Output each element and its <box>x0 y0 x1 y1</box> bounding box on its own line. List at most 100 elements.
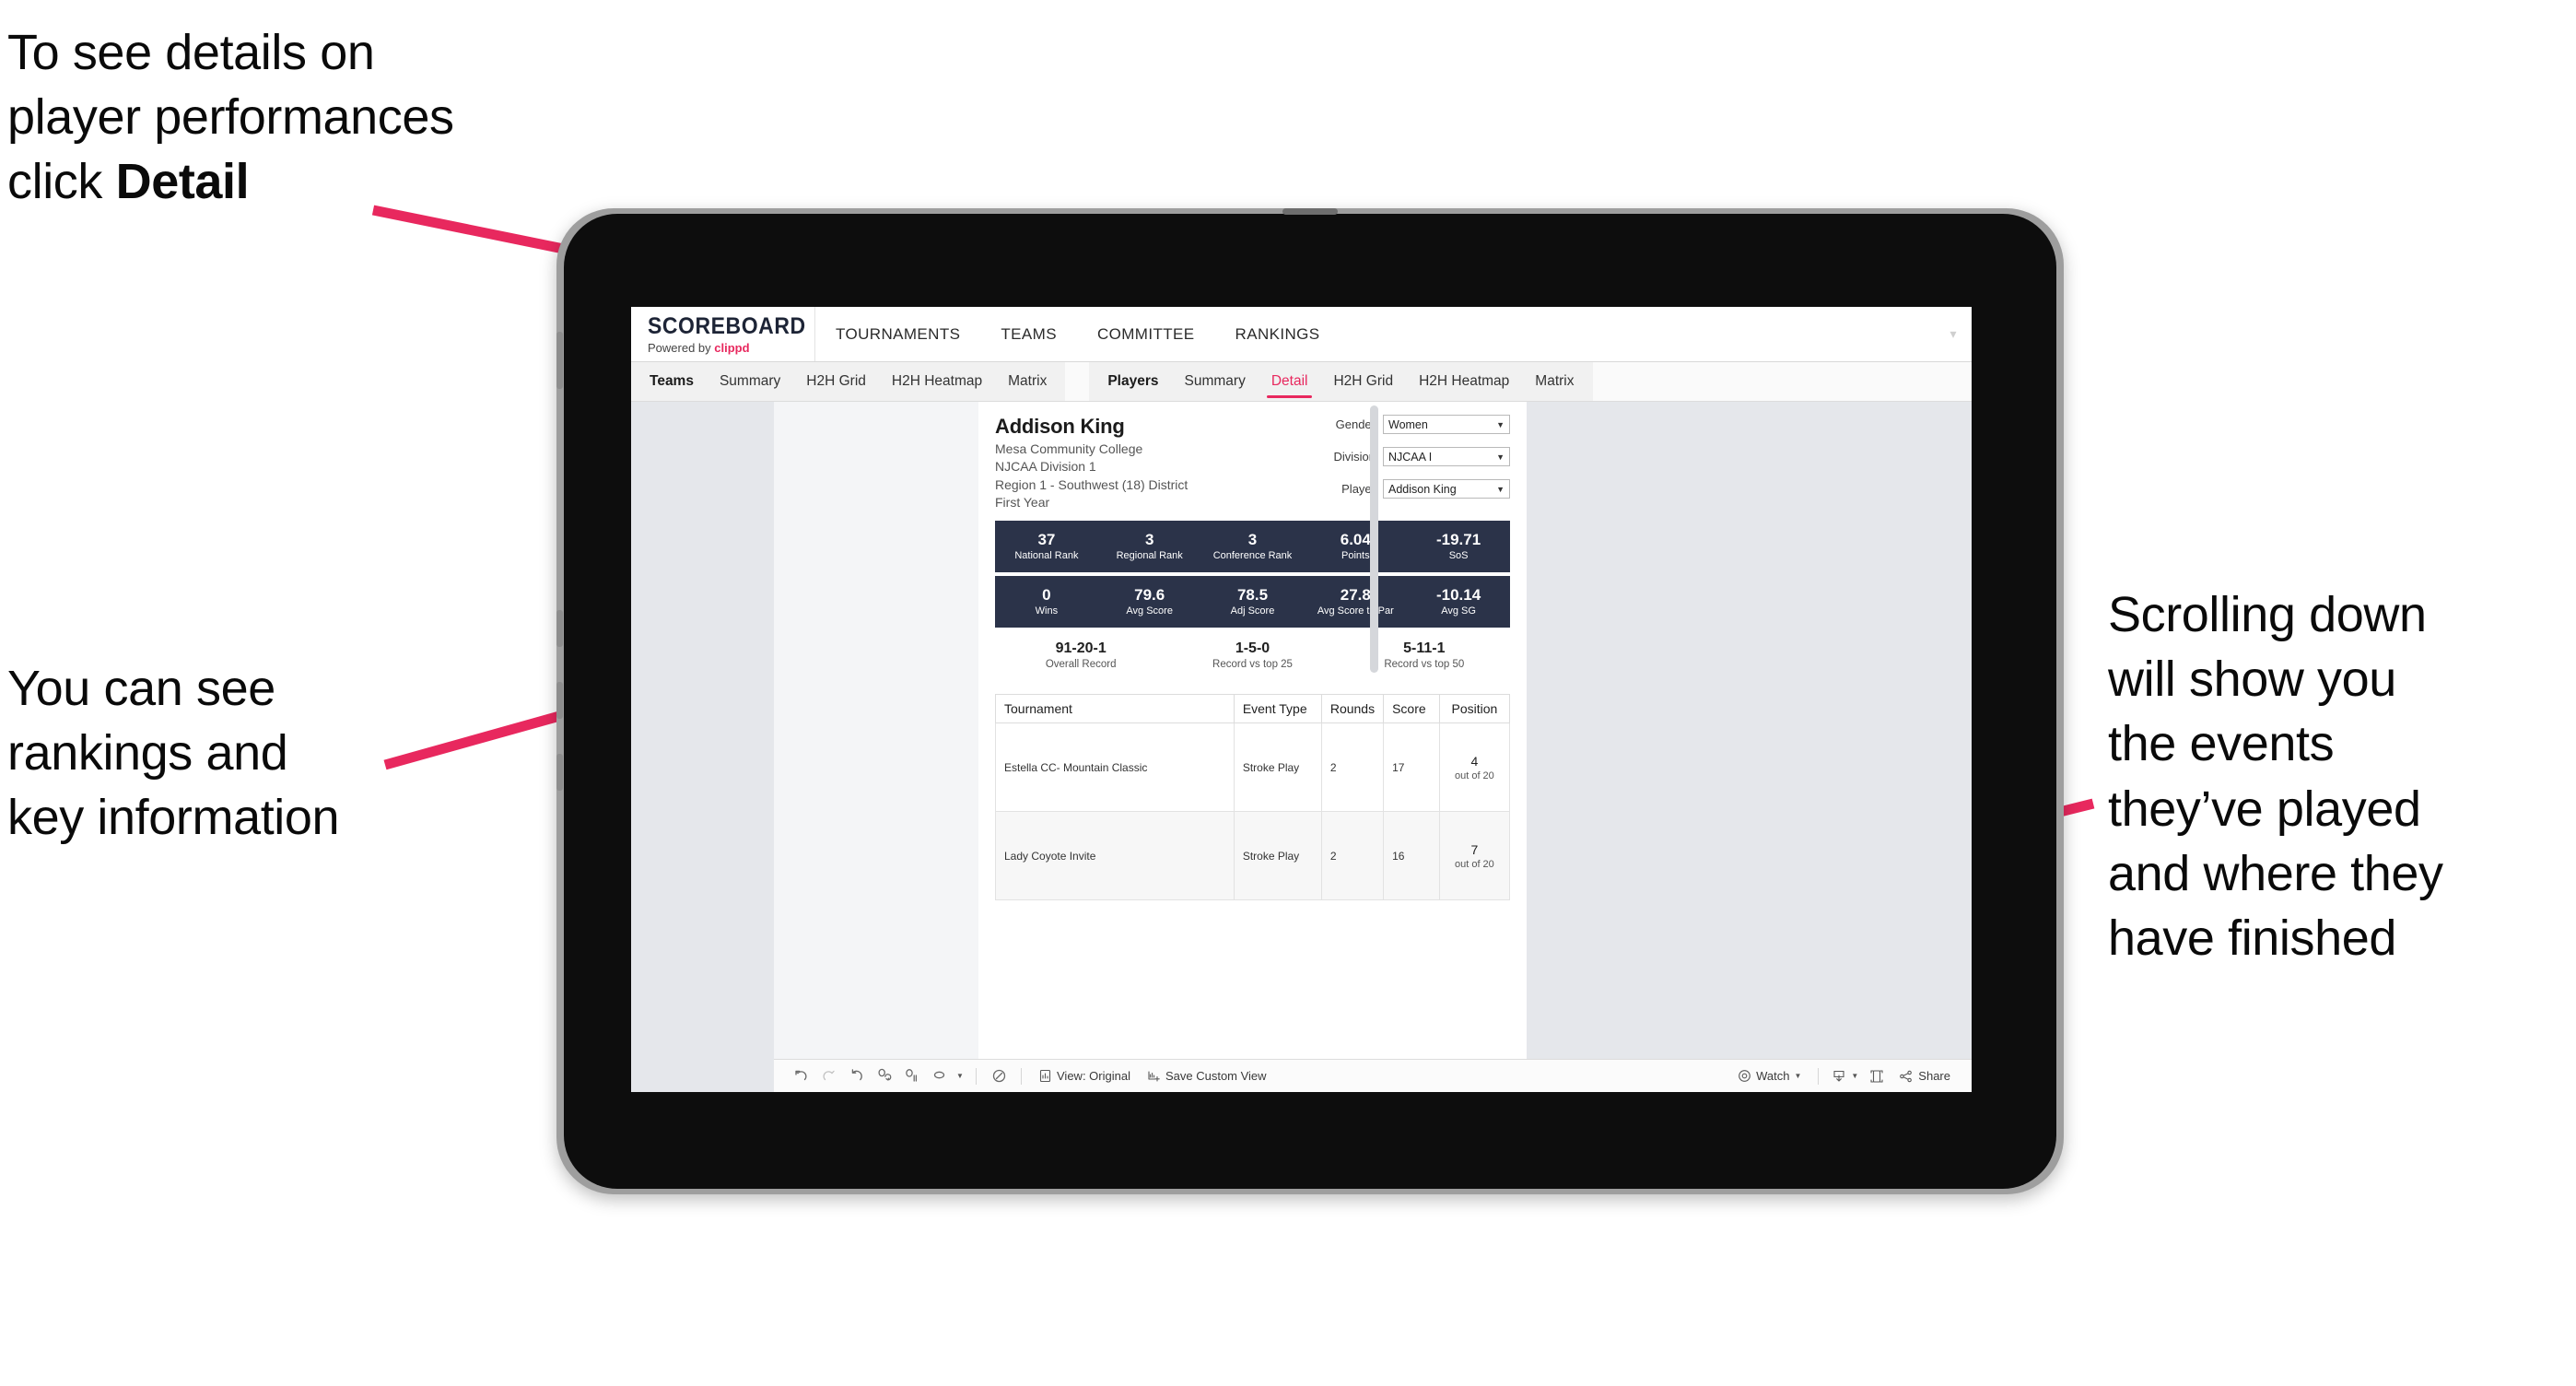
nav-item-committee[interactable]: COMMITTEE <box>1077 307 1215 362</box>
tab-teams-h2h-grid[interactable]: H2H Grid <box>793 362 879 401</box>
tablet-screen: SCOREBOARD Powered by clippd TOURNAMENTS… <box>631 307 1972 1092</box>
record-vs-top-25: 1-5-0 Record vs top 25 <box>1166 640 1338 670</box>
record-label: Record vs top 50 <box>1384 659 1465 671</box>
main-nav: TOURNAMENTS TEAMS COMMITTEE RANKINGS <box>815 307 1341 361</box>
cell-tournament: Estella CC- Mountain Classic <box>995 722 1235 813</box>
fullscreen-icon[interactable] <box>1863 1063 1891 1090</box>
tab-players-h2h-heatmap[interactable]: H2H Heatmap <box>1406 362 1522 401</box>
brand-title: SCOREBOARD <box>648 313 806 339</box>
cell-event-type: Stroke Play <box>1233 722 1322 813</box>
position-subtext: out of 20 <box>1454 769 1494 781</box>
cell-rounds: 2 <box>1320 811 1385 901</box>
view-original-button[interactable]: View: Original <box>1030 1063 1139 1090</box>
tab-players-matrix[interactable]: Matrix <box>1522 362 1587 401</box>
brand-sub-link[interactable]: clippd <box>714 341 749 355</box>
share-button[interactable]: Share <box>1891 1063 1959 1090</box>
toolbar-divider <box>1021 1067 1022 1085</box>
stat-avg-score-to-par: 27.8 Avg Score to Par <box>1304 586 1407 618</box>
tablet-volume-down-button[interactable] <box>556 682 563 719</box>
save-custom-view-label: Save Custom View <box>1165 1069 1267 1083</box>
autoupdate-icon[interactable] <box>925 1063 953 1090</box>
column-header-position[interactable]: Position <box>1438 694 1511 724</box>
nav-item-tournaments[interactable]: TOURNAMENTS <box>815 307 980 362</box>
tab-players-detail[interactable]: Detail <box>1259 362 1321 401</box>
filter-gender: Gender Women ▼ <box>1307 415 1510 434</box>
stat-label: Avg Score <box>1126 605 1173 617</box>
stat-label: Avg Score to Par <box>1317 605 1394 617</box>
watch-button[interactable]: Watch ▼ <box>1729 1063 1809 1090</box>
table-row[interactable]: Estella CC- Mountain Classic Stroke Play… <box>995 722 1511 813</box>
bottom-toolbar: ▼ View: Original Save Custom View Watch … <box>774 1059 1972 1092</box>
chevron-down-icon: ▼ <box>1794 1072 1802 1080</box>
table-row[interactable]: Lady Coyote Invite Stroke Play 2 16 7 ou… <box>995 811 1511 901</box>
chevron-down-icon: ▼ <box>1496 419 1505 429</box>
stat-adj-score: 78.5 Adj Score <box>1201 586 1305 618</box>
stat-avg-score: 79.6 Avg Score <box>1098 586 1201 618</box>
cell-position: 4 out of 20 <box>1438 722 1511 813</box>
tab-players-summary[interactable]: Summary <box>1172 362 1259 401</box>
stat-value: 0 <box>1042 585 1051 604</box>
tab-teams-matrix[interactable]: Matrix <box>995 362 1060 401</box>
stat-conference-rank: 3 Conference Rank <box>1201 531 1305 563</box>
stat-value: 27.8 <box>1340 585 1371 604</box>
stat-wins: 0 Wins <box>995 586 1098 618</box>
tablet-volume-up-button[interactable] <box>556 610 563 647</box>
player-detail-card: Addison King Mesa Community College NJCA… <box>978 402 1527 1092</box>
redo-icon[interactable] <box>814 1063 842 1090</box>
tab-teams-h2h-heatmap[interactable]: H2H Heatmap <box>879 362 995 401</box>
stat-label: Regional Rank <box>1116 550 1183 562</box>
filter-gender-select[interactable]: Women ▼ <box>1383 415 1510 434</box>
cell-tournament: Lady Coyote Invite <box>995 811 1235 901</box>
download-button[interactable]: ▼ <box>1827 1063 1863 1090</box>
stat-value: 6.04 <box>1340 530 1371 548</box>
column-header-event-type[interactable]: Event Type <box>1233 694 1322 724</box>
record-label: Overall Record <box>1045 659 1117 671</box>
nav-item-rankings[interactable]: RANKINGS <box>1215 307 1341 362</box>
tablet-extra-button[interactable] <box>556 754 563 791</box>
chevron-down-icon[interactable]: ▾ <box>1935 307 1972 361</box>
stat-label: National Rank <box>1014 550 1079 562</box>
stat-label: Wins <box>1035 605 1059 617</box>
stat-value: 79.6 <box>1134 585 1165 604</box>
column-header-score[interactable]: Score <box>1383 694 1440 724</box>
tab-players[interactable]: Players <box>1095 362 1171 401</box>
stat-label: Conference Rank <box>1212 550 1293 562</box>
pause-icon[interactable] <box>897 1063 925 1090</box>
tab-strip: Teams Summary H2H Grid H2H Heatmap Matri… <box>631 362 1972 402</box>
filters-panel: Gender Women ▼ Division NJCAA I ▼ Player… <box>1307 415 1510 511</box>
stat-value: 37 <box>1037 530 1056 548</box>
annotation-detail: To see details on player performances cl… <box>7 20 597 215</box>
vertical-scrollbar[interactable] <box>1370 405 1378 673</box>
stats-row-scoring: 0 Wins 79.6 Avg Score 78.5 Adj Score 27.… <box>995 576 1510 628</box>
chevron-down-icon: ▼ <box>1496 452 1505 462</box>
view-original-label: View: Original <box>1057 1069 1130 1083</box>
brand-sub-prefix: Powered by <box>648 341 715 355</box>
revert-icon[interactable] <box>842 1063 870 1090</box>
brand-logo[interactable]: SCOREBOARD Powered by clippd <box>631 307 815 361</box>
position-value: 4 <box>1470 753 1479 769</box>
filter-player-value: Addison King <box>1388 482 1457 496</box>
header-spacer <box>1341 307 1935 361</box>
annotation-rankings: You can see rankings and key information <box>7 661 340 846</box>
save-custom-view-button[interactable]: Save Custom View <box>1139 1063 1275 1090</box>
tab-players-h2h-grid[interactable]: H2H Grid <box>1320 362 1406 401</box>
tab-teams-summary[interactable]: Summary <box>707 362 793 401</box>
tablet-camera <box>1282 208 1338 215</box>
column-header-tournament[interactable]: Tournament <box>995 694 1235 724</box>
records-row: 91-20-1 Overall Record 1-5-0 Record vs t… <box>995 640 1510 670</box>
column-header-rounds[interactable]: Rounds <box>1320 694 1385 724</box>
autoupdate-dropdown-icon[interactable]: ▼ <box>953 1063 967 1090</box>
record-overall: 91-20-1 Overall Record <box>995 640 1166 670</box>
tablet-power-button[interactable] <box>556 332 563 389</box>
filter-division-select[interactable]: NJCAA I ▼ <box>1383 447 1510 466</box>
history-icon[interactable] <box>985 1063 1013 1090</box>
undo-icon[interactable] <box>787 1063 814 1090</box>
stat-national-rank: 37 National Rank <box>995 531 1098 563</box>
refresh-icon[interactable] <box>870 1063 897 1090</box>
workspace: Addison King Mesa Community College NJCA… <box>631 402 1972 1092</box>
filter-division-value: NJCAA I <box>1388 450 1433 464</box>
filter-player-select[interactable]: Addison King ▼ <box>1383 479 1510 499</box>
filter-player: Player Addison King ▼ <box>1307 479 1510 499</box>
nav-item-teams[interactable]: TEAMS <box>980 307 1077 362</box>
tab-teams[interactable]: Teams <box>637 362 707 401</box>
